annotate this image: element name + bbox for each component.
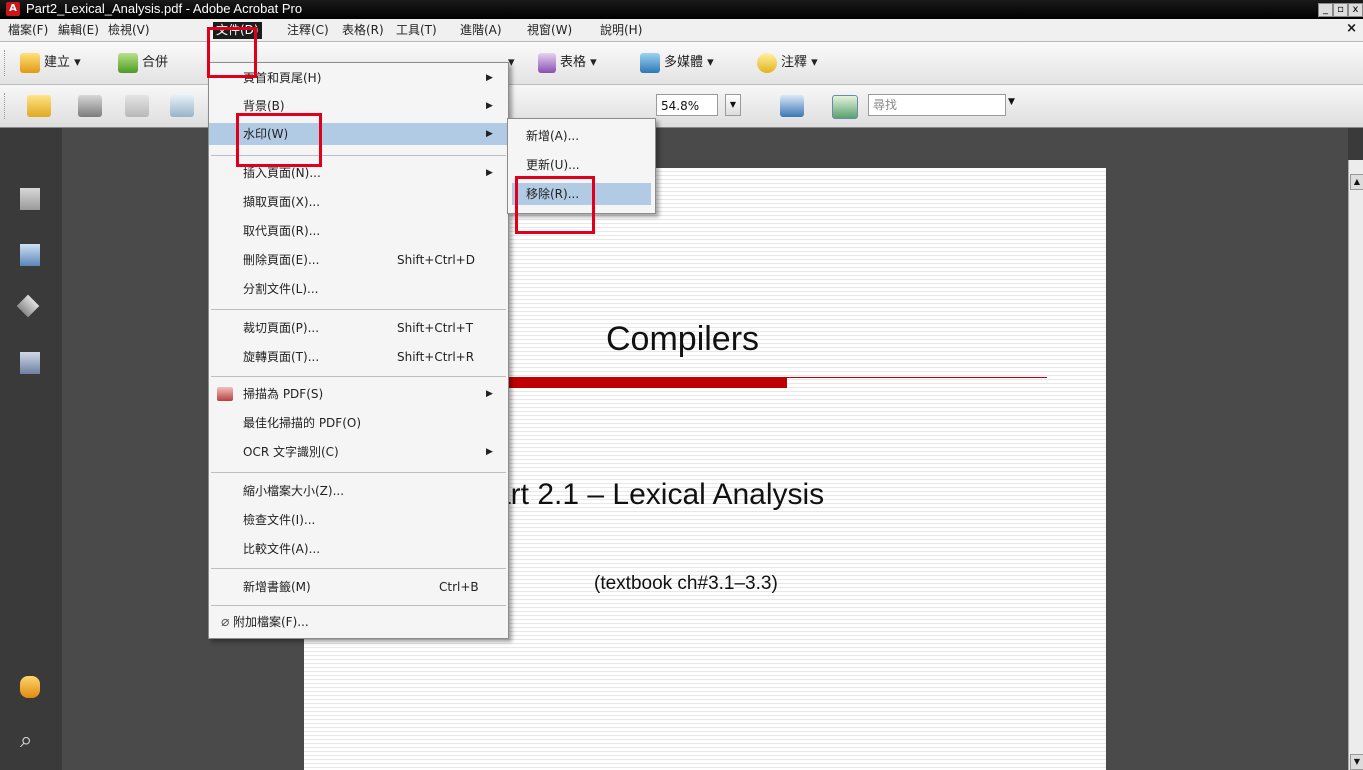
zoom-level-field[interactable]: 54.8% bbox=[656, 94, 718, 116]
submenu-arrow-icon: ▶ bbox=[486, 447, 493, 457]
submenu-item-update-watermark[interactable]: 更新(U)... bbox=[508, 154, 655, 176]
menu-tools[interactable]: 工具(T) bbox=[396, 22, 437, 39]
search-input[interactable]: 尋找 bbox=[868, 94, 1006, 116]
menu-comments[interactable]: 注釋(C) bbox=[287, 22, 329, 39]
submenu-arrow-icon: ▶ bbox=[486, 73, 493, 83]
combine-button[interactable]: 合併 bbox=[118, 52, 168, 74]
title-underline-bar bbox=[480, 377, 787, 388]
signatures-icon[interactable] bbox=[20, 352, 40, 374]
vertical-scrollbar[interactable]: ▲ ▼ bbox=[1348, 160, 1363, 770]
fit-page-icon[interactable] bbox=[832, 95, 858, 119]
menu-item-reduce-file-size[interactable]: 縮小檔案大小(Z)... bbox=[209, 480, 508, 502]
submenu-arrow-icon: ▶ bbox=[486, 129, 493, 139]
zoom-dropdown-icon[interactable]: ▼ bbox=[725, 94, 741, 116]
combine-icon bbox=[118, 52, 138, 73]
email-icon[interactable] bbox=[170, 95, 194, 117]
multimedia-button[interactable]: 多媒體 ▾ bbox=[640, 52, 714, 74]
menu-item-attach-file[interactable]: ⌀ 附加檔案(F)... bbox=[209, 611, 508, 633]
submenu-arrow-icon: ▶ bbox=[486, 168, 493, 178]
menu-item-crop-pages[interactable]: 裁切頁面(P)... Shift+Ctrl+T bbox=[209, 317, 508, 339]
comments-icon[interactable] bbox=[20, 676, 40, 698]
menu-bar: 檔案(F) 編輯(E) 檢視(V) 文件(D) 注釋(C) 表格(R) 工具(T… bbox=[0, 19, 1363, 42]
task-toolbar: 建立 ▾ 合併 ▾ 表格 ▾ 多媒體 ▾ 注釋 ▾ bbox=[0, 42, 1363, 85]
menu-item-ocr[interactable]: OCR 文字識別(C) ▶ bbox=[209, 441, 508, 463]
highlight-box-watermark bbox=[236, 113, 322, 167]
menu-item-optimize-scanned-pdf[interactable]: 最佳化掃描的 PDF(O) bbox=[209, 412, 508, 434]
highlight-box-remove bbox=[515, 176, 595, 234]
submenu-arrow-icon: ▶ bbox=[486, 101, 493, 111]
submenu-item-add-watermark[interactable]: 新增(A)... bbox=[508, 125, 655, 147]
menu-item-scan-to-pdf[interactable]: 掃描為 PDF(S) ▶ bbox=[209, 383, 508, 405]
page-subtitle: art 2.1 – Lexical Analysis bbox=[494, 478, 825, 511]
minimize-button[interactable]: _ bbox=[1318, 3, 1333, 17]
navigation-panel: ⌕ bbox=[0, 128, 62, 770]
create-button[interactable]: 建立 ▾ bbox=[20, 52, 81, 74]
forms-icon bbox=[538, 52, 556, 73]
title-underline-rule bbox=[787, 377, 1047, 378]
menu-forms[interactable]: 表格(R) bbox=[342, 22, 384, 39]
scanner-icon bbox=[217, 387, 233, 401]
toolbar-grip[interactable] bbox=[4, 93, 8, 119]
scroll-up-icon[interactable]: ▲ bbox=[1350, 174, 1363, 190]
restore-button[interactable]: ▫ bbox=[1333, 3, 1348, 17]
paperclip-icon: ⌀ bbox=[221, 614, 230, 630]
menu-window[interactable]: 視窗(W) bbox=[527, 22, 572, 39]
search-dropdown-icon[interactable]: ▼ bbox=[1008, 97, 1015, 107]
pdf-icon: A bbox=[6, 2, 20, 16]
menu-item-replace-pages[interactable]: 取代頁面(R)... bbox=[209, 220, 508, 242]
menu-separator bbox=[211, 376, 506, 377]
menu-file[interactable]: 檔案(F) bbox=[8, 22, 48, 39]
menu-item-split-document[interactable]: 分割文件(L)... bbox=[209, 278, 508, 300]
page-citation: (textbook ch#3.1–3.3) bbox=[594, 573, 778, 594]
menu-item-compare-documents[interactable]: 比較文件(A)... bbox=[209, 538, 508, 560]
menu-edit[interactable]: 編輯(E) bbox=[58, 22, 99, 39]
toolbar-grip[interactable] bbox=[4, 50, 8, 76]
bookmarks-icon[interactable] bbox=[20, 244, 40, 266]
menu-separator bbox=[211, 568, 506, 569]
page-title: Compilers bbox=[606, 320, 760, 358]
open-folder-icon[interactable] bbox=[27, 95, 51, 117]
menu-item-add-bookmark[interactable]: 新增書籤(M) Ctrl+B bbox=[209, 576, 508, 598]
multimedia-icon bbox=[640, 52, 660, 73]
highlight-box-document-menu bbox=[207, 27, 257, 78]
window-title: Part2_Lexical_Analysis.pdf - Adobe Acrob… bbox=[26, 1, 303, 16]
close-button[interactable]: x bbox=[1348, 3, 1363, 17]
title-bar: A Part2_Lexical_Analysis.pdf - Adobe Acr… bbox=[0, 0, 1363, 19]
menu-item-rotate-pages[interactable]: 旋轉頁面(T)... Shift+Ctrl+R bbox=[209, 346, 508, 368]
file-toolbar: 54.8% ▼ 尋找 ▼ bbox=[0, 85, 1363, 128]
create-pdf-icon bbox=[20, 52, 40, 73]
attachments-icon[interactable]: ⌕ bbox=[20, 728, 40, 753]
save-icon[interactable] bbox=[125, 95, 149, 117]
fit-width-icon[interactable] bbox=[780, 95, 804, 117]
menu-view[interactable]: 檢視(V) bbox=[108, 22, 150, 39]
menu-advanced[interactable]: 進階(A) bbox=[460, 22, 502, 39]
comment-icon bbox=[757, 52, 777, 73]
menu-separator bbox=[211, 309, 506, 310]
layers-icon[interactable] bbox=[16, 294, 40, 318]
menu-help[interactable]: 說明(H) bbox=[600, 22, 642, 39]
menu-separator bbox=[211, 472, 506, 473]
submenu-arrow-icon: ▶ bbox=[486, 389, 493, 399]
pages-icon[interactable] bbox=[20, 188, 40, 210]
menu-item-extract-pages[interactable]: 擷取頁面(X)... bbox=[209, 191, 508, 213]
menu-item-delete-pages[interactable]: 刪除頁面(E)... Shift+Ctrl+D bbox=[209, 249, 508, 271]
menu-item-examine-document[interactable]: 檢查文件(I)... bbox=[209, 509, 508, 531]
document-close-icon[interactable]: × bbox=[1346, 21, 1357, 36]
forms-button[interactable]: 表格 ▾ bbox=[538, 52, 597, 74]
scroll-down-icon[interactable]: ▼ bbox=[1350, 754, 1363, 770]
menu-separator bbox=[211, 605, 506, 606]
print-icon[interactable] bbox=[78, 95, 102, 117]
comment-button[interactable]: 注釋 ▾ bbox=[757, 52, 818, 74]
